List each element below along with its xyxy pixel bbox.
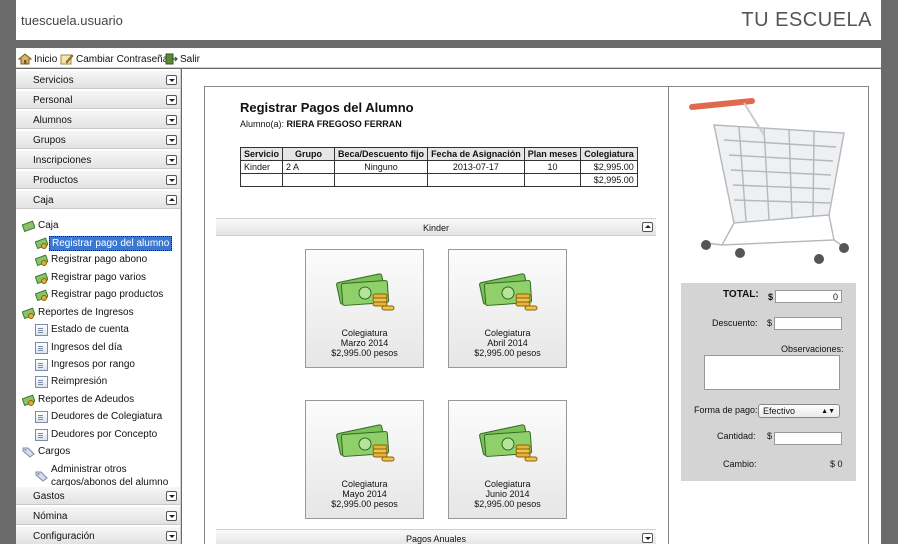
- money-stack-icon: [479, 273, 538, 311]
- tree-item-registrar-pago-varios[interactable]: Registrar pago varios: [35, 272, 146, 284]
- payment-method-label: Forma de pago:: [694, 405, 758, 415]
- money-stack-icon: [336, 424, 395, 462]
- chevron-down-icon: [166, 155, 177, 165]
- totals-panel: TOTAL: $ 0 Descuento: $ Observaciones: F…: [681, 283, 856, 481]
- payment-card[interactable]: Colegiatura Marzo 2014 $2,995.00 pesos: [305, 249, 424, 368]
- money-icon: [35, 289, 48, 301]
- money-icon: [35, 272, 48, 284]
- tree-item-deudores-concepto[interactable]: Deudores por Concepto: [35, 429, 157, 441]
- sidebar-section-inscripciones[interactable]: Inscripciones: [16, 150, 180, 169]
- money-stack-icon: [336, 273, 395, 311]
- chevron-up-icon: [166, 195, 177, 205]
- brand-title: TU ESCUELA: [741, 9, 872, 31]
- sidebar-section-nomina[interactable]: Nómina: [16, 506, 180, 525]
- home-label: Inicio: [34, 53, 58, 65]
- select-arrows-icon: ▲▼: [821, 408, 835, 415]
- table-total-row: $2,995.00: [239, 173, 638, 187]
- discount-label: Descuento:: [712, 318, 758, 328]
- observations-label: Observaciones:: [781, 344, 844, 354]
- tag-icon: [22, 447, 35, 458]
- money-icon: [35, 237, 48, 249]
- change-password-label: Cambiar Contraseña: [76, 53, 169, 65]
- home-icon: [18, 53, 32, 65]
- quantity-label: Cantidad:: [717, 431, 756, 441]
- observations-textarea[interactable]: [704, 355, 840, 390]
- chevron-down-icon: [166, 95, 177, 105]
- chevron-down-icon[interactable]: [642, 533, 653, 543]
- tree-item-registrar-pago-abono[interactable]: Registrar pago abono: [35, 254, 147, 266]
- chevron-down-icon: [166, 115, 177, 125]
- total-label: TOTAL:: [723, 289, 759, 300]
- money-icon: [22, 220, 35, 232]
- tree-item-ingresos-rango[interactable]: Ingresos por rango: [35, 359, 135, 371]
- chevron-down-icon: [166, 75, 177, 85]
- chevron-down-icon: [166, 175, 177, 185]
- quantity-input[interactable]: [774, 432, 842, 445]
- tree-node-cargos[interactable]: Cargos: [22, 446, 70, 458]
- services-table: Servicio Grupo Beca/Descuento fijo Fecha…: [239, 147, 638, 187]
- chevron-down-icon: [166, 531, 177, 541]
- money-icon: [22, 394, 35, 406]
- sidebar-section-productos[interactable]: Productos: [16, 170, 180, 189]
- tree-node-caja[interactable]: Caja: [22, 220, 59, 232]
- table-header-row: Servicio Grupo Beca/Descuento fijo Fecha…: [239, 147, 638, 161]
- money-icon: [22, 307, 35, 319]
- logout-button[interactable]: Salir: [164, 52, 200, 66]
- home-button[interactable]: Inicio: [18, 52, 57, 66]
- exit-icon: [165, 53, 178, 65]
- tree-node-reportes-ingresos[interactable]: Reportes de Ingresos: [22, 307, 134, 319]
- tree-item-ingresos-dia[interactable]: Ingresos del día: [35, 342, 122, 354]
- chevron-up-icon[interactable]: [642, 222, 653, 232]
- tag-icon: [35, 471, 48, 482]
- sidebar-section-personal[interactable]: Personal: [16, 90, 180, 109]
- document-icon: [35, 376, 48, 388]
- student-info: Alumno(a): RIERA FREGOSO FERRAN: [240, 119, 402, 129]
- tree-item-registrar-pago-productos[interactable]: Registrar pago productos: [35, 289, 163, 301]
- pencil-icon: [60, 54, 74, 65]
- money-icon: [35, 254, 48, 266]
- document-icon: [35, 411, 48, 423]
- payment-card[interactable]: Colegiatura Abril 2014 $2,995.00 pesos: [448, 249, 567, 368]
- tree-item-deudores-colegiatura[interactable]: Deudores de Colegiatura: [35, 411, 162, 423]
- sidebar-section-caja[interactable]: Caja: [16, 190, 180, 209]
- toolbar: Inicio Cambiar Contraseña Salir: [16, 48, 881, 68]
- document-icon: [35, 429, 48, 441]
- table-row: Kinder 2 A Ninguno 2013-07-17 10 $2,995.…: [239, 160, 638, 174]
- payment-card[interactable]: Colegiatura Mayo 2014 $2,995.00 pesos: [305, 400, 424, 519]
- logout-label: Salir: [180, 53, 201, 65]
- document-icon: [35, 324, 48, 336]
- header: tuescuela.usuario TU ESCUELA: [16, 0, 881, 40]
- section-bar-kinder[interactable]: Kinder: [216, 218, 656, 236]
- sidebar-section-gastos[interactable]: Gastos: [16, 486, 180, 505]
- change-value: $ 0: [830, 459, 843, 469]
- tree-item-registrar-pago-alumno[interactable]: Registrar pago del alumno: [35, 236, 173, 251]
- tree-node-reportes-adeudos[interactable]: Reportes de Adeudos: [22, 394, 134, 406]
- chevron-down-icon: [166, 135, 177, 145]
- sidebar-section-grupos[interactable]: Grupos: [16, 130, 180, 149]
- chevron-down-icon: [166, 491, 177, 501]
- page-title: Registrar Pagos del Alumno: [240, 100, 414, 115]
- change-password-button[interactable]: Cambiar Contraseña: [60, 52, 168, 66]
- panel-divider: [668, 86, 669, 544]
- sidebar-section-servicios[interactable]: Servicios: [16, 70, 180, 89]
- payment-card[interactable]: Colegiatura Junio 2014 $2,995.00 pesos: [448, 400, 567, 519]
- sidebar-section-configuracion[interactable]: Configuración: [16, 526, 180, 544]
- total-field[interactable]: 0: [775, 290, 842, 303]
- money-stack-icon: [479, 424, 538, 462]
- sidebar: Servicios Personal Alumnos Grupos Inscri…: [16, 69, 181, 544]
- document-icon: [35, 342, 48, 354]
- payment-method-select[interactable]: Efectivo ▲▼: [758, 404, 840, 418]
- tree-item-reimpresion[interactable]: Reimpresión: [35, 376, 107, 388]
- student-name: RIERA FREGOSO FERRAN: [286, 119, 402, 129]
- change-label: Cambio:: [723, 459, 757, 469]
- username: tuescuela.usuario: [21, 13, 123, 28]
- tree-item-estado-cuenta[interactable]: Estado de cuenta: [35, 324, 129, 336]
- sidebar-section-alumnos[interactable]: Alumnos: [16, 110, 180, 129]
- discount-input[interactable]: [774, 317, 842, 330]
- section-bar-pagos-anuales[interactable]: Pagos Anuales: [216, 529, 656, 544]
- shopping-cart-icon: [689, 98, 849, 264]
- document-icon: [35, 359, 48, 371]
- chevron-down-icon: [166, 511, 177, 521]
